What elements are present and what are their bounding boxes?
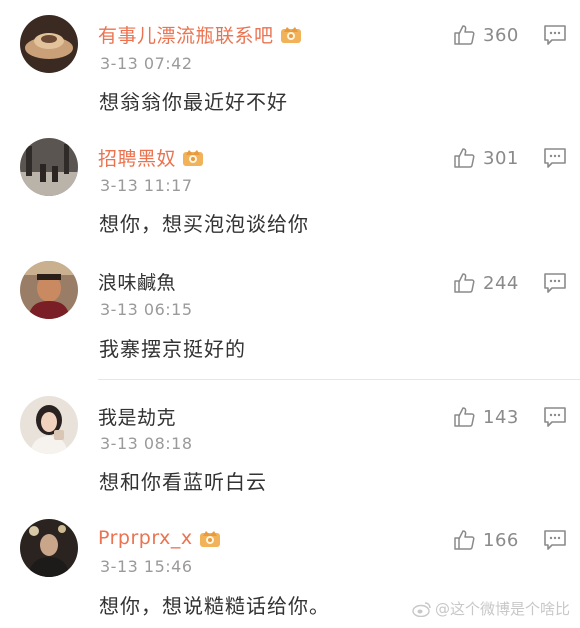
thumbs-up-icon <box>454 25 475 45</box>
comment-text: 想你，想说糙糙话给你。 <box>99 594 330 618</box>
like-count: 244 <box>483 272 519 294</box>
comment-text: 想你，想买泡泡谈给你 <box>99 212 309 236</box>
thumbs-up-icon <box>454 273 475 293</box>
timestamp: 3-13 07:42 <box>100 54 193 73</box>
like-count: 143 <box>483 406 519 428</box>
comment-icon[interactable] <box>543 406 567 428</box>
like-button[interactable]: 166 <box>453 526 519 554</box>
like-button[interactable]: 143 <box>453 403 519 431</box>
comment-icon[interactable] <box>543 529 567 551</box>
comment-icon[interactable] <box>543 272 567 294</box>
vip-crown-badge-icon <box>280 27 301 43</box>
watermark-text: @这个微博是个啥比 <box>435 600 571 618</box>
thumbs-up-icon <box>454 148 475 168</box>
timestamp: 3-13 08:18 <box>100 434 193 453</box>
comment-text: 我寨摆京挺好的 <box>99 337 246 361</box>
weibo-logo-icon <box>412 601 431 617</box>
avatar[interactable] <box>20 261 78 319</box>
username[interactable]: 招聘黑奴 <box>98 144 176 171</box>
comment-icon[interactable] <box>543 147 567 169</box>
avatar[interactable] <box>20 138 78 196</box>
avatar[interactable] <box>20 396 78 454</box>
comment-text: 想翁翁你最近好不好 <box>99 90 288 114</box>
vip-crown-badge-icon <box>199 531 220 547</box>
comment-text: 想和你看蓝听白云 <box>99 470 267 494</box>
like-button[interactable]: 244 <box>453 269 519 297</box>
like-count: 301 <box>483 147 519 169</box>
divider <box>98 379 580 380</box>
username[interactable]: Prprprx_x <box>98 527 193 549</box>
timestamp: 3-13 06:15 <box>100 300 193 319</box>
vip-crown-badge-icon <box>183 150 204 166</box>
comment-icon[interactable] <box>543 24 567 46</box>
avatar[interactable] <box>20 15 78 73</box>
username[interactable]: 浪味鹹魚 <box>98 268 176 295</box>
like-button[interactable]: 360 <box>453 21 519 49</box>
thumbs-up-icon <box>454 407 475 427</box>
like-count: 166 <box>483 529 519 551</box>
username[interactable]: 有事儿漂流瓶联系吧 <box>98 21 274 48</box>
watermark: @这个微博是个啥比 <box>412 598 570 619</box>
like-count: 360 <box>483 24 519 46</box>
username[interactable]: 我是劫克 <box>98 403 176 430</box>
avatar[interactable] <box>20 519 78 577</box>
timestamp: 3-13 11:17 <box>100 176 193 195</box>
timestamp: 3-13 15:46 <box>100 557 193 576</box>
thumbs-up-icon <box>454 530 475 550</box>
like-button[interactable]: 301 <box>453 144 519 172</box>
